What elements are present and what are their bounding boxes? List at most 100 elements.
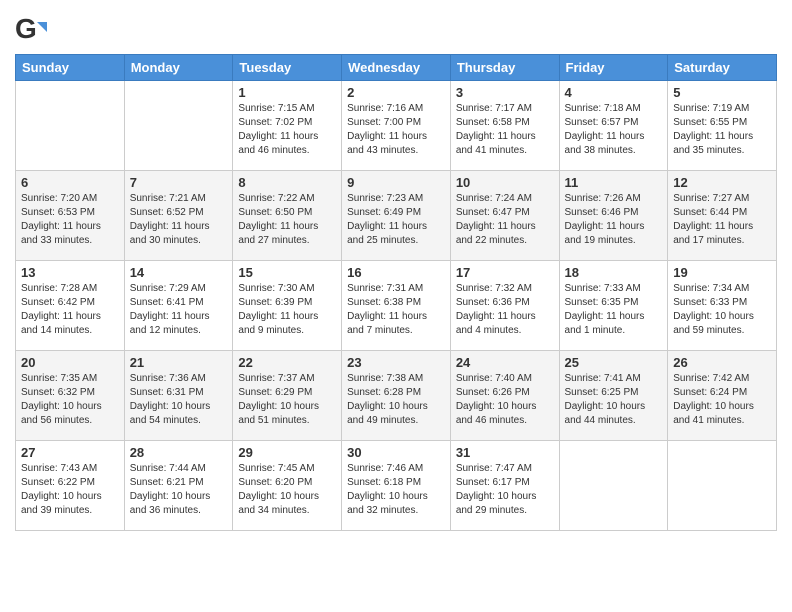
day-number: 2	[347, 85, 445, 100]
calendar-cell: 24 Sunrise: 7:40 AM Sunset: 6:26 PM Dayli…	[450, 351, 559, 441]
day-number: 17	[456, 265, 554, 280]
day-info: Sunrise: 7:34 AM Sunset: 6:33 PM Dayligh…	[673, 282, 771, 338]
day-number: 21	[130, 355, 228, 370]
day-info: Sunrise: 7:38 AM Sunset: 6:28 PM Dayligh…	[347, 372, 445, 428]
logo: G	[15, 14, 51, 46]
day-info: Sunrise: 7:45 AM Sunset: 6:20 PM Dayligh…	[238, 462, 336, 518]
calendar-week-row: 20 Sunrise: 7:35 AM Sunset: 6:32 PM Dayli…	[16, 351, 777, 441]
day-number: 6	[21, 175, 119, 190]
day-info: Sunrise: 7:26 AM Sunset: 6:46 PM Dayligh…	[565, 192, 663, 248]
calendar-cell: 10 Sunrise: 7:24 AM Sunset: 6:47 PM Dayli…	[450, 171, 559, 261]
day-info: Sunrise: 7:15 AM Sunset: 7:02 PM Dayligh…	[238, 102, 336, 158]
calendar-cell: 18 Sunrise: 7:33 AM Sunset: 6:35 PM Dayli…	[559, 261, 668, 351]
day-number: 18	[565, 265, 663, 280]
day-number: 30	[347, 445, 445, 460]
calendar-cell: 2 Sunrise: 7:16 AM Sunset: 7:00 PM Daylig…	[342, 81, 451, 171]
day-number: 1	[238, 85, 336, 100]
day-number: 27	[21, 445, 119, 460]
day-info: Sunrise: 7:31 AM Sunset: 6:38 PM Dayligh…	[347, 282, 445, 338]
day-info: Sunrise: 7:27 AM Sunset: 6:44 PM Dayligh…	[673, 192, 771, 248]
day-info: Sunrise: 7:35 AM Sunset: 6:32 PM Dayligh…	[21, 372, 119, 428]
calendar-cell: 29 Sunrise: 7:45 AM Sunset: 6:20 PM Dayli…	[233, 441, 342, 531]
calendar-cell: 20 Sunrise: 7:35 AM Sunset: 6:32 PM Dayli…	[16, 351, 125, 441]
svg-text:G: G	[15, 14, 37, 44]
day-info: Sunrise: 7:46 AM Sunset: 6:18 PM Dayligh…	[347, 462, 445, 518]
day-of-week-header: Saturday	[668, 55, 777, 81]
day-info: Sunrise: 7:18 AM Sunset: 6:57 PM Dayligh…	[565, 102, 663, 158]
calendar-cell	[124, 81, 233, 171]
calendar-cell	[668, 441, 777, 531]
day-number: 8	[238, 175, 336, 190]
calendar-cell: 8Sunrise: 7:22 AM Sunset: 6:50 PM Daylig…	[233, 171, 342, 261]
day-number: 11	[565, 175, 663, 190]
day-info: Sunrise: 7:33 AM Sunset: 6:35 PM Dayligh…	[565, 282, 663, 338]
day-info: Sunrise: 7:24 AM Sunset: 6:47 PM Dayligh…	[456, 192, 554, 248]
day-info: Sunrise: 7:30 AM Sunset: 6:39 PM Dayligh…	[238, 282, 336, 338]
calendar-cell: 1 Sunrise: 7:15 AM Sunset: 7:02 PM Daylig…	[233, 81, 342, 171]
day-number: 14	[130, 265, 228, 280]
calendar-cell: 6 Sunrise: 7:20 AM Sunset: 6:53 PM Daylig…	[16, 171, 125, 261]
day-number: 7	[130, 175, 228, 190]
day-info: Sunrise: 7:21 AM Sunset: 6:52 PM Dayligh…	[130, 192, 228, 248]
day-info: Sunrise: 7:19 AM Sunset: 6:55 PM Dayligh…	[673, 102, 771, 158]
day-number: 16	[347, 265, 445, 280]
calendar-cell: 15 Sunrise: 7:30 AM Sunset: 6:39 PM Dayli…	[233, 261, 342, 351]
calendar-week-row: 27Sunrise: 7:43 AM Sunset: 6:22 PM Dayli…	[16, 441, 777, 531]
day-info: Sunrise: 7:36 AM Sunset: 6:31 PM Dayligh…	[130, 372, 228, 428]
day-of-week-header: Wednesday	[342, 55, 451, 81]
day-info: Sunrise: 7:47 AM Sunset: 6:17 PM Dayligh…	[456, 462, 554, 518]
day-info: Sunrise: 7:42 AM Sunset: 6:24 PM Dayligh…	[673, 372, 771, 428]
calendar-week-row: 1 Sunrise: 7:15 AM Sunset: 7:02 PM Daylig…	[16, 81, 777, 171]
day-info: Sunrise: 7:16 AM Sunset: 7:00 PM Dayligh…	[347, 102, 445, 158]
calendar-header-row: SundayMondayTuesdayWednesdayThursdayFrid…	[16, 55, 777, 81]
day-info: Sunrise: 7:37 AM Sunset: 6:29 PM Dayligh…	[238, 372, 336, 428]
day-number: 4	[565, 85, 663, 100]
calendar-cell: 16 Sunrise: 7:31 AM Sunset: 6:38 PM Dayli…	[342, 261, 451, 351]
calendar-cell: 4 Sunrise: 7:18 AM Sunset: 6:57 PM Daylig…	[559, 81, 668, 171]
calendar-cell: 21 Sunrise: 7:36 AM Sunset: 6:31 PM Dayli…	[124, 351, 233, 441]
day-number: 22	[238, 355, 336, 370]
day-info: Sunrise: 7:23 AM Sunset: 6:49 PM Dayligh…	[347, 192, 445, 248]
day-number: 9	[347, 175, 445, 190]
calendar-cell: 12 Sunrise: 7:27 AM Sunset: 6:44 PM Dayli…	[668, 171, 777, 261]
day-number: 28	[130, 445, 228, 460]
calendar-cell: 25Sunrise: 7:41 AM Sunset: 6:25 PM Dayli…	[559, 351, 668, 441]
day-of-week-header: Tuesday	[233, 55, 342, 81]
day-number: 3	[456, 85, 554, 100]
calendar-cell: 11 Sunrise: 7:26 AM Sunset: 6:46 PM Dayli…	[559, 171, 668, 261]
day-info: Sunrise: 7:32 AM Sunset: 6:36 PM Dayligh…	[456, 282, 554, 338]
day-info: Sunrise: 7:40 AM Sunset: 6:26 PM Dayligh…	[456, 372, 554, 428]
day-number: 15	[238, 265, 336, 280]
calendar-cell: 3 Sunrise: 7:17 AM Sunset: 6:58 PM Daylig…	[450, 81, 559, 171]
day-number: 29	[238, 445, 336, 460]
calendar-cell: 7 Sunrise: 7:21 AM Sunset: 6:52 PM Daylig…	[124, 171, 233, 261]
day-of-week-header: Sunday	[16, 55, 125, 81]
logo-icon: G	[15, 14, 47, 46]
day-number: 26	[673, 355, 771, 370]
calendar-cell: 17 Sunrise: 7:32 AM Sunset: 6:36 PM Dayli…	[450, 261, 559, 351]
calendar-cell: 27Sunrise: 7:43 AM Sunset: 6:22 PM Dayli…	[16, 441, 125, 531]
page-header: G	[15, 10, 777, 46]
day-number: 19	[673, 265, 771, 280]
calendar-cell: 5 Sunrise: 7:19 AM Sunset: 6:55 PM Daylig…	[668, 81, 777, 171]
day-number: 10	[456, 175, 554, 190]
day-info: Sunrise: 7:20 AM Sunset: 6:53 PM Dayligh…	[21, 192, 119, 248]
calendar-cell: 26 Sunrise: 7:42 AM Sunset: 6:24 PM Dayli…	[668, 351, 777, 441]
calendar-cell: 30 Sunrise: 7:46 AM Sunset: 6:18 PM Dayli…	[342, 441, 451, 531]
calendar-cell	[559, 441, 668, 531]
calendar-cell: 22 Sunrise: 7:37 AM Sunset: 6:29 PM Dayli…	[233, 351, 342, 441]
day-info: Sunrise: 7:41 AM Sunset: 6:25 PM Dayligh…	[565, 372, 663, 428]
day-number: 20	[21, 355, 119, 370]
calendar-cell	[16, 81, 125, 171]
day-number: 13	[21, 265, 119, 280]
day-number: 24	[456, 355, 554, 370]
day-of-week-header: Friday	[559, 55, 668, 81]
day-number: 5	[673, 85, 771, 100]
day-info: Sunrise: 7:17 AM Sunset: 6:58 PM Dayligh…	[456, 102, 554, 158]
calendar-cell: 14Sunrise: 7:29 AM Sunset: 6:41 PM Dayli…	[124, 261, 233, 351]
day-info: Sunrise: 7:44 AM Sunset: 6:21 PM Dayligh…	[130, 462, 228, 518]
calendar-week-row: 6 Sunrise: 7:20 AM Sunset: 6:53 PM Daylig…	[16, 171, 777, 261]
calendar-cell: 13 Sunrise: 7:28 AM Sunset: 6:42 PM Dayli…	[16, 261, 125, 351]
day-info: Sunrise: 7:28 AM Sunset: 6:42 PM Dayligh…	[21, 282, 119, 338]
day-number: 12	[673, 175, 771, 190]
